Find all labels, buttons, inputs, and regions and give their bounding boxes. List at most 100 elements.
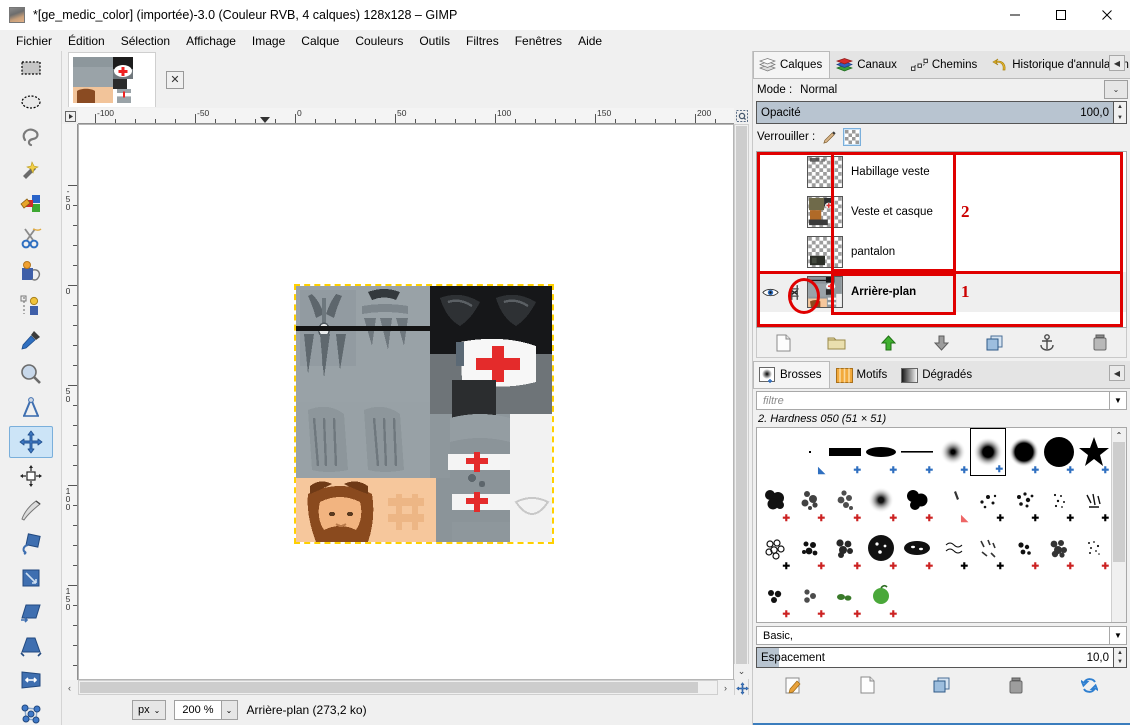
chevron-down-icon[interactable]: ▼ bbox=[1109, 626, 1127, 645]
spinner-down-icon[interactable]: ▼ bbox=[1114, 658, 1126, 668]
brush-item[interactable]: ✚ bbox=[757, 476, 792, 524]
raise-layer-button[interactable] bbox=[877, 331, 901, 355]
rectangle-select-tool[interactable] bbox=[9, 52, 53, 84]
brush-item[interactable]: ✚ bbox=[899, 476, 935, 524]
brush-item[interactable]: ✚ bbox=[827, 428, 863, 476]
brush-item[interactable]: ✚ bbox=[792, 572, 827, 620]
brush-item[interactable]: ✚ bbox=[863, 476, 899, 524]
mode-dropdown-chevron-icon[interactable]: ⌄ bbox=[1104, 80, 1128, 99]
fuzzy-select-tool[interactable] bbox=[9, 154, 53, 186]
brush-item[interactable]: ✚ bbox=[899, 524, 935, 572]
brush-item[interactable]: ✚ bbox=[1006, 428, 1041, 476]
menu-calque[interactable]: Calque bbox=[293, 32, 347, 50]
tab-canaux[interactable]: Canaux bbox=[830, 51, 905, 78]
brush-item[interactable]: ✚ bbox=[827, 476, 863, 524]
spinner-up-icon[interactable]: ▲ bbox=[1114, 648, 1126, 658]
menu-edition[interactable]: Édition bbox=[60, 32, 113, 50]
brush-item[interactable] bbox=[757, 428, 792, 476]
delete-brush-button[interactable] bbox=[1004, 673, 1028, 697]
brush-item[interactable]: ✚ bbox=[863, 572, 899, 620]
brush-item[interactable]: ✚ bbox=[1076, 524, 1111, 572]
brush-item[interactable]: ✚ bbox=[1041, 476, 1076, 524]
scroll-right-button[interactable]: › bbox=[718, 680, 733, 695]
brush-item[interactable] bbox=[970, 572, 1006, 620]
quick-mask-icon[interactable] bbox=[734, 108, 750, 124]
brush-item[interactable]: ✚ bbox=[1006, 524, 1041, 572]
close-icon[interactable] bbox=[1084, 0, 1130, 30]
brush-item[interactable] bbox=[935, 572, 970, 620]
spacing-spinner[interactable]: ▲ ▼ bbox=[1114, 647, 1127, 668]
minimize-icon[interactable] bbox=[992, 0, 1038, 30]
rotate-tool[interactable] bbox=[9, 528, 53, 560]
select-by-color-tool[interactable] bbox=[9, 188, 53, 220]
table-row[interactable]: Veste et casque bbox=[757, 192, 1126, 232]
brush-item-selected[interactable]: ✚ bbox=[970, 428, 1006, 476]
brush-item[interactable]: ✚ bbox=[899, 428, 935, 476]
canvas-viewport[interactable] bbox=[78, 124, 734, 680]
menu-couleurs[interactable]: Couleurs bbox=[347, 32, 411, 50]
cage-transform-tool[interactable] bbox=[9, 698, 53, 725]
tab-calques[interactable]: Calques bbox=[753, 51, 831, 78]
brush-item[interactable]: ✚ bbox=[1006, 476, 1041, 524]
flip-tool[interactable] bbox=[9, 664, 53, 696]
paths-tool[interactable] bbox=[9, 290, 53, 322]
table-row[interactable]: Arrière-plan bbox=[757, 272, 1126, 312]
brush-item[interactable]: ◣ bbox=[935, 476, 970, 524]
brush-item[interactable]: ✚ bbox=[970, 476, 1006, 524]
warp-transform-tool[interactable] bbox=[9, 494, 53, 526]
horizontal-scrollbar[interactable] bbox=[78, 680, 718, 695]
foreground-select-tool[interactable] bbox=[9, 256, 53, 288]
move-tool[interactable] bbox=[8, 426, 53, 458]
scroll-up-icon[interactable]: ⌃ bbox=[1112, 428, 1126, 442]
free-select-tool[interactable] bbox=[9, 120, 53, 152]
menu-filtres[interactable]: Filtres bbox=[458, 32, 507, 50]
brush-item[interactable] bbox=[1041, 572, 1076, 620]
opacity-slider[interactable]: Opacité 100,0 bbox=[756, 101, 1114, 124]
spacing-slider[interactable]: Espacement 10,0 bbox=[756, 647, 1114, 668]
refresh-brushes-button[interactable] bbox=[1078, 673, 1102, 697]
brush-item[interactable]: ✚ bbox=[757, 572, 792, 620]
scroll-left-button[interactable]: ‹ bbox=[62, 680, 77, 695]
measure-tool[interactable] bbox=[9, 392, 53, 424]
zoom-tool[interactable] bbox=[9, 358, 53, 390]
vscroll-thumb[interactable] bbox=[736, 126, 747, 666]
brush-item[interactable]: ✚ bbox=[827, 524, 863, 572]
menu-affichage[interactable]: Affichage bbox=[178, 32, 244, 50]
menu-outils[interactable]: Outils bbox=[411, 32, 458, 50]
brush-item[interactable] bbox=[1076, 572, 1111, 620]
horizontal-ruler[interactable]: -100 -50 0 50 100 150 200 bbox=[78, 108, 734, 124]
brush-tag-value[interactable]: Basic, bbox=[756, 626, 1109, 645]
collapse-left-icon[interactable]: ◀ bbox=[1109, 365, 1125, 381]
delete-layer-button[interactable] bbox=[1088, 331, 1112, 355]
layer-visibility-toggle[interactable] bbox=[759, 287, 781, 298]
brush-item[interactable]: ✚ bbox=[1076, 428, 1111, 476]
chevron-down-icon[interactable]: ⌄ bbox=[220, 701, 237, 719]
anchor-layer-button[interactable] bbox=[1035, 331, 1059, 355]
opacity-spinner[interactable]: ▲ ▼ bbox=[1114, 101, 1127, 124]
table-row[interactable]: Habillage veste bbox=[757, 152, 1126, 192]
brush-item[interactable]: ✚ bbox=[935, 428, 970, 476]
edit-brush-button[interactable] bbox=[781, 673, 805, 697]
shear-tool[interactable] bbox=[9, 596, 53, 628]
close-image-tab-icon[interactable]: ✕ bbox=[166, 70, 184, 89]
brush-item[interactable]: ✚ bbox=[1041, 524, 1076, 572]
brush-grid-scrollbar[interactable]: ⌃ bbox=[1111, 428, 1126, 622]
alignment-tool[interactable] bbox=[9, 460, 53, 492]
brush-item[interactable]: ✚ bbox=[863, 428, 899, 476]
brush-item[interactable]: ✚ bbox=[1041, 428, 1076, 476]
menu-selection[interactable]: Sélection bbox=[113, 32, 178, 50]
menu-fichier[interactable]: Fichier bbox=[8, 32, 60, 50]
vertical-ruler[interactable]: -50 0 50 100 150 bbox=[62, 124, 78, 680]
new-layer-group-button[interactable] bbox=[824, 331, 848, 355]
image-tab[interactable] bbox=[68, 52, 156, 107]
menu-fenetres[interactable]: Fenêtres bbox=[507, 32, 570, 50]
brush-item[interactable]: ✚ bbox=[792, 524, 827, 572]
scroll-down-button[interactable]: ⌄ bbox=[734, 664, 749, 679]
zoom-selector[interactable]: 200 % ⌄ bbox=[174, 700, 238, 720]
hscroll-thumb[interactable] bbox=[80, 682, 698, 693]
menu-aide[interactable]: Aide bbox=[570, 32, 610, 50]
tab-chemins[interactable]: Chemins bbox=[905, 51, 985, 78]
navigation-icon[interactable] bbox=[734, 680, 750, 696]
new-brush-button[interactable] bbox=[855, 673, 879, 697]
brush-item[interactable] bbox=[1006, 572, 1041, 620]
